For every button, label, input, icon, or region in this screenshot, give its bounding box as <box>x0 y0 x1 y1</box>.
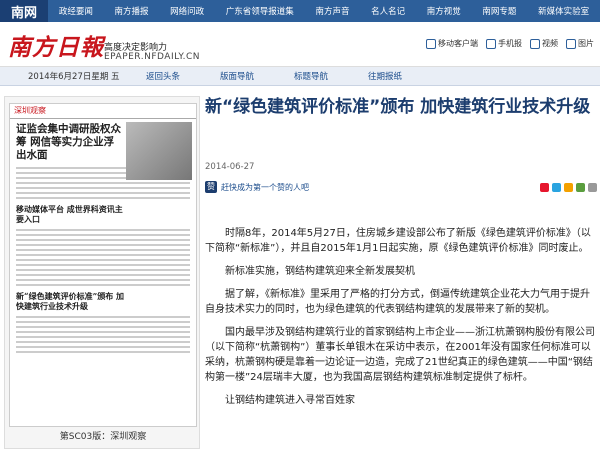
nav-item[interactable]: 南方视觉 <box>427 5 461 17</box>
back-to-front-link[interactable]: 返回头条 <box>146 70 180 82</box>
article-body: 时隔8年，2014年5月27日，住房城乡建设部公布了新版《绿色建筑评价标准》（以… <box>205 226 597 416</box>
nav-item[interactable]: 南方播报 <box>114 5 148 17</box>
article-paragraph: 国内最早涉及钢结构建筑行业的首家钢结构上市企业——浙江杭萧钢构股份有限公司（以下… <box>205 327 595 383</box>
article-paragraph: 时隔8年，2014年5月27日，住房城乡建设部公布了新版《绿色建筑评价标准》（以… <box>205 228 591 254</box>
masthead: 南方日報 高度决定影响力 EPAPER.NFDAILY.CN 移动客户端 手机报… <box>0 22 600 67</box>
newspaper-page-image[interactable]: 深圳观察 证监会集中调研股权众筹 网信等实力企业浮出水面 移动媒体平台 成世界科… <box>9 103 197 427</box>
title-nav-link[interactable]: 标题导航 <box>294 70 328 82</box>
site-url: EPAPER.NFDAILY.CN <box>104 52 200 62</box>
phone-icon <box>486 38 496 49</box>
nav-item[interactable]: 南网专题 <box>482 5 516 17</box>
nav-item[interactable]: 政经要闻 <box>59 5 93 17</box>
like-icon[interactable]: 赞 <box>205 181 217 193</box>
page-headline[interactable]: 移动媒体平台 成世界科资讯主要入口 <box>10 202 130 226</box>
qzone-icon[interactable] <box>564 182 573 192</box>
like-text[interactable]: 赶快成为第一个赞的人吧 <box>221 182 309 193</box>
article-subheading: 让钢结构建筑进入寻常百姓家 <box>225 395 355 406</box>
tencent-icon[interactable] <box>552 182 561 192</box>
top-navigation: 南网 政经要闻 南方播报 网络问政 广东省领导报道集 南方声音 名人名记 南方视… <box>0 0 600 22</box>
newspaper-logo[interactable]: 南方日報 <box>8 28 104 62</box>
weibo-icon[interactable] <box>540 182 549 192</box>
article-title: 新“绿色建筑评价标准”颁布 加快建筑行业技术升级 <box>205 97 591 117</box>
page-thumbnail-panel: 深圳观察 证监会集中调研股权众筹 网信等实力企业浮出水面 移动媒体平台 成世界科… <box>4 96 200 449</box>
page-headline[interactable]: 证监会集中调研股权众筹 网信等实力企业浮出水面 <box>10 119 130 164</box>
page-headline[interactable]: 新“绿色建筑评价标准”颁布 加快建筑行业技术升级 <box>10 289 130 313</box>
nav-item[interactable]: 名人名记 <box>371 5 405 17</box>
image-icon <box>566 38 576 49</box>
mobile-app-link[interactable]: 移动客户端 <box>426 38 478 49</box>
nav-item[interactable]: 新媒体实验室 <box>538 5 589 17</box>
edition-date: 2014年6月27日星期 五 <box>28 72 120 82</box>
photo-link[interactable]: 图片 <box>566 38 594 49</box>
page-photo <box>126 122 192 180</box>
video-icon <box>530 38 540 49</box>
article-paragraph: 据了解，《新标准》里采用了严格的打分方式，倒逼传统建筑企业花大力气用于提升自身技… <box>205 289 590 315</box>
video-link[interactable]: 视频 <box>530 38 558 49</box>
edition-bar: 2014年6月27日星期 五 返回头条 版面导航 标题导航 往期报纸 <box>0 67 600 86</box>
nav-item[interactable]: 南方声音 <box>315 5 349 17</box>
archive-link[interactable]: 往期报纸 <box>368 70 402 82</box>
page-section-header: 深圳观察 <box>10 104 196 119</box>
nav-item[interactable]: 网络问政 <box>170 5 204 17</box>
page-nav-link[interactable]: 版面导航 <box>220 70 254 82</box>
more-share-icon[interactable] <box>588 182 597 192</box>
wechat-icon[interactable] <box>576 182 585 192</box>
article-subheading: 新标准实施，钢结构建筑迎来全新发展契机 <box>225 266 415 277</box>
article-date: 2014-06-27 <box>205 162 255 172</box>
phone-paper-link[interactable]: 手机报 <box>486 38 522 49</box>
share-bar: 赞 赶快成为第一个赞的人吧 <box>205 180 597 194</box>
site-logo[interactable]: 南网 <box>0 0 48 22</box>
mobile-icon <box>426 38 436 49</box>
nav-item[interactable]: 广东省领导报道集 <box>226 5 294 17</box>
page-label[interactable]: 第SC03版：深圳观察 <box>5 429 201 442</box>
